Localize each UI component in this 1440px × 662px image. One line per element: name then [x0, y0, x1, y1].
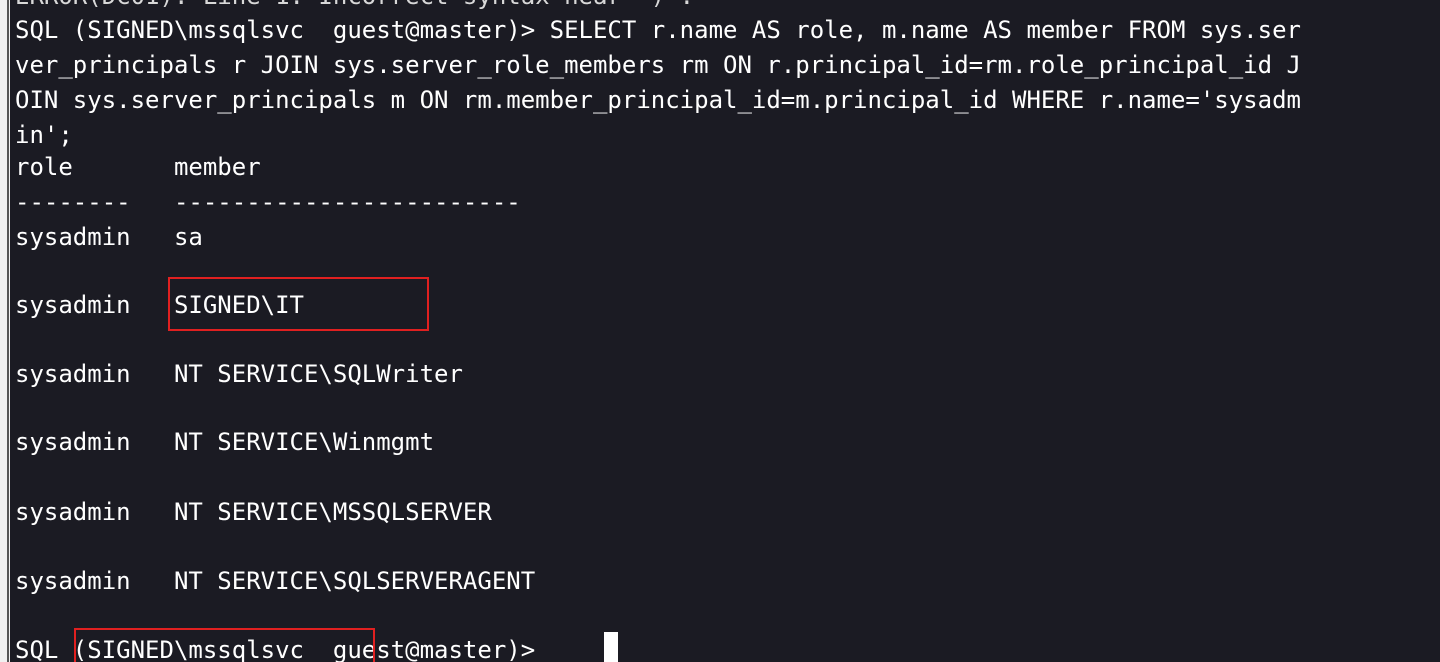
window-left-border [0, 0, 10, 662]
query-line-4: in'; [15, 121, 73, 149]
result-separator: -------- ------------------------ [15, 188, 521, 216]
query-line-3: OIN sys.server_principals m ON rm.member… [15, 86, 1301, 114]
query-line-1: SQL (SIGNED\mssqlsvc guest@master)> SELE… [15, 16, 1301, 44]
result-row: sysadmin NT SERVICE\SQLSERVERAGENT [15, 567, 536, 595]
result-row: sysadmin NT SERVICE\Winmgmt [15, 428, 435, 456]
terminal-output: ERROR(DC01): Line 1: Incorrect syntax ne… [15, 0, 1440, 662]
text-cursor [604, 632, 618, 662]
result-header: role member [15, 153, 261, 181]
result-row: sysadmin NT SERVICE\SQLWriter [15, 360, 463, 388]
highlight-box-mssqlsvc [74, 628, 375, 662]
highlight-box-signed-it [168, 277, 429, 331]
previous-error-line: ERROR(DC01): Line 1: Incorrect syntax ne… [15, 0, 694, 11]
result-row: sysadmin NT SERVICE\MSSQLSERVER [15, 498, 492, 526]
result-row: sysadmin sa [15, 223, 203, 251]
terminal-window[interactable]: ERROR(DC01): Line 1: Incorrect syntax ne… [0, 0, 1440, 662]
query-line-2: ver_principals r JOIN sys.server_role_me… [15, 51, 1301, 79]
